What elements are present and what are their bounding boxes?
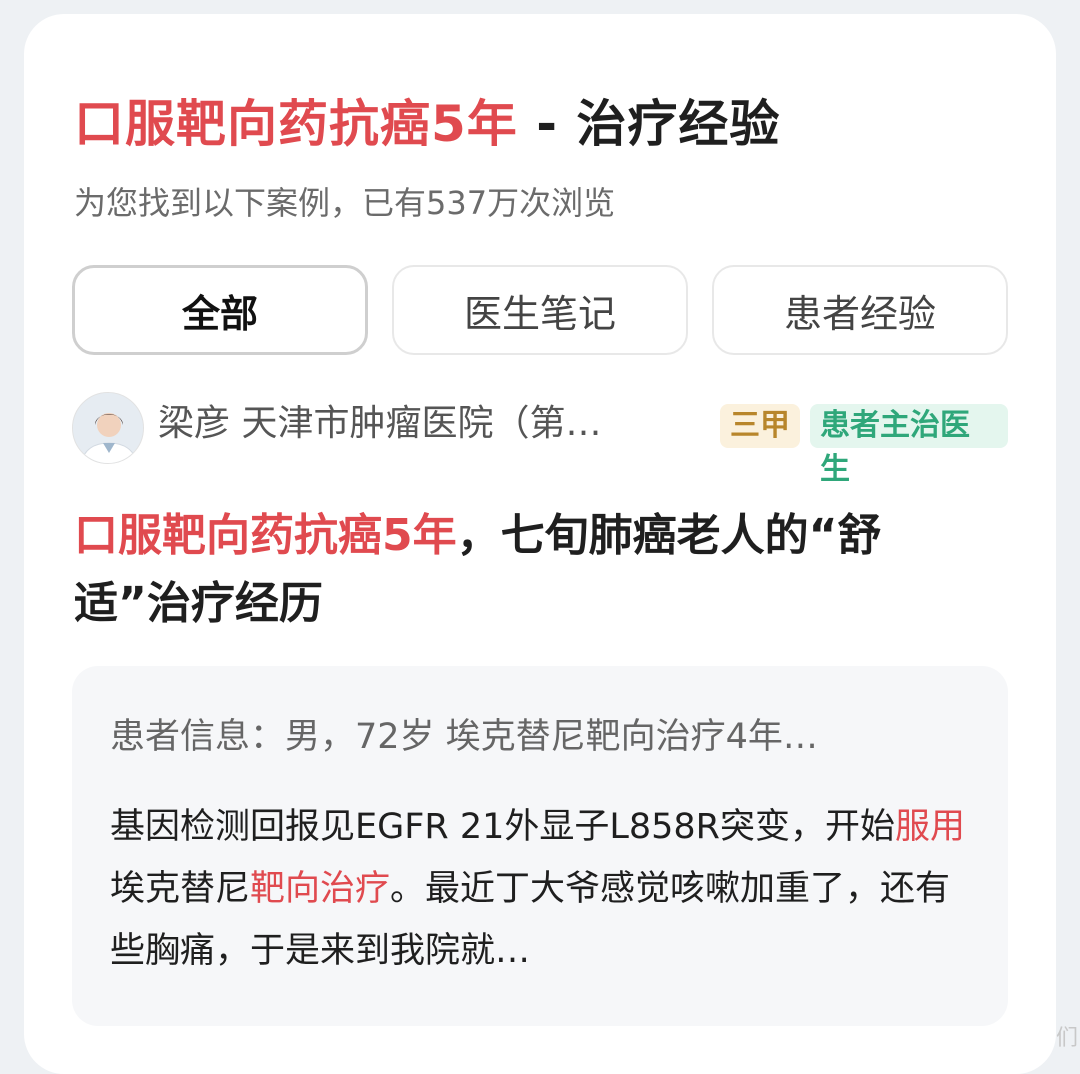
doctor-avatar-icon[interactable]: [72, 392, 144, 464]
tab-patient-experience[interactable]: 患者经验: [712, 265, 1008, 355]
attending-doctor-badge: 患者主治医生: [810, 404, 1008, 448]
doctor-name-hospital[interactable]: 梁彦 天津市肿瘤医院（第…: [158, 400, 678, 448]
title-rest: 治疗经验: [576, 95, 780, 153]
excerpt-text-1: 基因检测回报见EGFR 21外显子L858R突变，开始: [110, 807, 895, 847]
title-highlight: 口服靶向药抗癌5年: [74, 95, 518, 153]
excerpt-text-2: 埃克替尼: [110, 869, 250, 909]
page-title: 口服靶向药抗癌5年 - 治疗经验: [74, 92, 780, 156]
excerpt-highlight-2: 靶向治疗: [250, 869, 390, 909]
author-row[interactable]: 梁彦 天津市肿瘤医院（第… 三甲 患者主治医生: [72, 390, 1008, 462]
tab-doctor-notes[interactable]: 医生笔记: [392, 265, 688, 355]
excerpt-highlight-1: 服用: [895, 807, 965, 847]
title-separator: -: [518, 95, 577, 153]
case-card: 口服靶向药抗癌5年 - 治疗经验 为您找到以下案例，已有537万次浏览 全部 医…: [24, 14, 1056, 1074]
patient-info: 患者信息：男，72岁 埃克替尼靶向治疗4年…: [110, 714, 980, 760]
article-title-highlight: 口服靶向药抗癌5年: [74, 510, 457, 561]
watermark-fragment: 们: [1056, 1020, 1078, 1052]
article-title[interactable]: 口服靶向药抗癌5年，七旬肺癌老人的“舒适”治疗经历: [74, 502, 994, 638]
tab-all[interactable]: 全部: [72, 265, 368, 355]
hospital-level-badge: 三甲: [720, 404, 800, 448]
case-summary-box[interactable]: 患者信息：男，72岁 埃克替尼靶向治疗4年… 基因检测回报见EGFR 21外显子…: [72, 666, 1008, 1026]
case-excerpt: 基因检测回报见EGFR 21外显子L858R突变，开始服用埃克替尼靶向治疗。最近…: [110, 796, 980, 982]
filter-tabs: 全部 医生笔记 患者经验: [72, 265, 1008, 355]
result-count-subtitle: 为您找到以下案例，已有537万次浏览: [74, 182, 615, 224]
